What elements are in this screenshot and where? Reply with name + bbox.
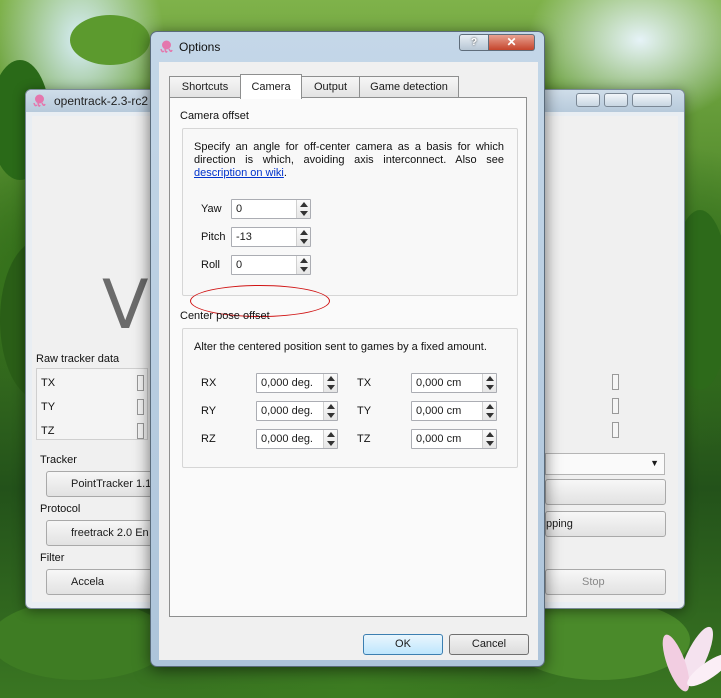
tx-stepper[interactable] [482, 374, 496, 392]
arrow-up-icon [300, 258, 308, 263]
dialog-title: Options [179, 40, 221, 54]
arrow-down-icon [486, 413, 494, 418]
octopus-logo-icon [160, 40, 173, 53]
arrow-down-icon [300, 239, 308, 244]
arrow-down-icon [300, 211, 308, 216]
rz-label: RZ [201, 433, 216, 445]
axis-tz-label: TZ [41, 425, 55, 437]
roll-stepper[interactable] [296, 256, 310, 274]
ok-button[interactable]: OK [363, 634, 443, 655]
chevron-down-icon: ▼ [650, 458, 659, 468]
rx-stepper[interactable] [323, 374, 337, 392]
ry-spinbox[interactable]: 0,000 deg. [256, 401, 338, 421]
tz-stepper[interactable] [482, 430, 496, 448]
right-button-blank[interactable] [545, 479, 666, 505]
tx-label: TX [357, 377, 372, 389]
arrow-down-icon [327, 441, 335, 446]
main-window-title: opentrack-2.3-rc2 [54, 94, 149, 108]
arrow-up-icon [486, 432, 494, 437]
axis-tx-label: TX [41, 377, 56, 389]
dialog-close-button[interactable]: ✕ [489, 34, 535, 51]
yaw-spinbox[interactable]: 0 [231, 199, 311, 219]
right-ty-bar [612, 398, 619, 414]
axis-ty-label: TY [41, 401, 56, 413]
ty-label: TY [357, 405, 372, 417]
filter-label: Filter [40, 552, 65, 564]
description-wiki-link[interactable]: description on wiki [194, 167, 284, 179]
roll-label: Roll [201, 259, 220, 271]
right-tz-bar [612, 422, 619, 438]
tab-camera[interactable]: Camera [240, 74, 302, 99]
help-button[interactable]: ? [459, 34, 489, 51]
ry-stepper[interactable] [323, 402, 337, 420]
main-close-button[interactable] [632, 93, 672, 107]
camera-offset-description: Specify an angle for off-center camera a… [194, 141, 504, 179]
arrow-up-icon [486, 404, 494, 409]
dialog-client-area: Shortcuts Camera Output Game detection C… [159, 62, 538, 660]
dialog-title-controls: ? ✕ [459, 34, 539, 52]
tx-spinbox[interactable]: 0,000 cm [411, 373, 497, 393]
arrow-down-icon [486, 441, 494, 446]
yaw-stepper[interactable] [296, 200, 310, 218]
rx-spinbox[interactable]: 0,000 deg. [256, 373, 338, 393]
arrow-up-icon [486, 376, 494, 381]
camera-offset-title: Camera offset [180, 110, 249, 122]
arrow-up-icon [300, 230, 308, 235]
center-pose-title: Center pose offset [180, 310, 270, 322]
arrow-down-icon [327, 385, 335, 390]
tracker-label: Tracker [40, 454, 77, 466]
tab-shortcuts[interactable]: Shortcuts [169, 76, 241, 98]
arrow-up-icon [327, 432, 335, 437]
filter-combo[interactable]: Accela [46, 569, 156, 595]
rz-spinbox[interactable]: 0,000 deg. [256, 429, 338, 449]
pitch-stepper[interactable] [296, 228, 310, 246]
arrow-up-icon [327, 376, 335, 381]
protocol-combo[interactable]: freetrack 2.0 En [46, 520, 156, 546]
arrow-up-icon [300, 202, 308, 207]
arrow-down-icon [486, 385, 494, 390]
roll-spinbox[interactable]: 0 [231, 255, 311, 275]
rz-stepper[interactable] [323, 430, 337, 448]
mapping-button[interactable]: pping [545, 511, 666, 537]
right-tx-bar [612, 374, 619, 390]
raw-tracker-label: Raw tracker data [36, 353, 120, 365]
center-pose-frame: Alter the centered position sent to game… [182, 328, 518, 468]
center-pose-description: Alter the centered position sent to game… [194, 341, 487, 353]
tab-game-detection[interactable]: Game detection [359, 76, 459, 98]
yaw-label: Yaw [201, 203, 222, 215]
octopus-logo-icon [33, 94, 46, 107]
ty-bar [137, 399, 144, 415]
camera-offset-frame: Specify an angle for off-center camera a… [182, 128, 518, 296]
tab-output[interactable]: Output [301, 76, 360, 98]
ty-stepper[interactable] [482, 402, 496, 420]
pitch-spinbox[interactable]: -13 [231, 227, 311, 247]
pitch-label: Pitch [201, 231, 226, 243]
rx-label: RX [201, 377, 217, 389]
raw-tracker-group: TX TY TZ [36, 368, 148, 440]
right-combo[interactable]: ▼ [545, 453, 665, 475]
arrow-down-icon [300, 267, 308, 272]
tx-bar [137, 375, 144, 391]
options-dialog: Options ? ✕ Shortcuts Camera Output Game… [150, 31, 545, 667]
camera-tab-pane: Camera offset Specify an angle for off-c… [169, 97, 527, 617]
tz-bar [137, 423, 144, 439]
tz-spinbox[interactable]: 0,000 cm [411, 429, 497, 449]
arrow-up-icon [327, 404, 335, 409]
tz-label: TZ [357, 433, 371, 445]
protocol-label: Protocol [40, 503, 81, 515]
stop-button[interactable]: Stop [545, 569, 666, 595]
arrow-down-icon [327, 413, 335, 418]
ry-label: RY [201, 405, 217, 417]
cancel-button[interactable]: Cancel [449, 634, 529, 655]
minimize-button[interactable] [576, 93, 600, 107]
maximize-button[interactable] [604, 93, 628, 107]
tracker-combo[interactable]: PointTracker 1.1 [46, 471, 156, 497]
lily-flower-decoration [662, 626, 721, 692]
ty-spinbox[interactable]: 0,000 cm [411, 401, 497, 421]
